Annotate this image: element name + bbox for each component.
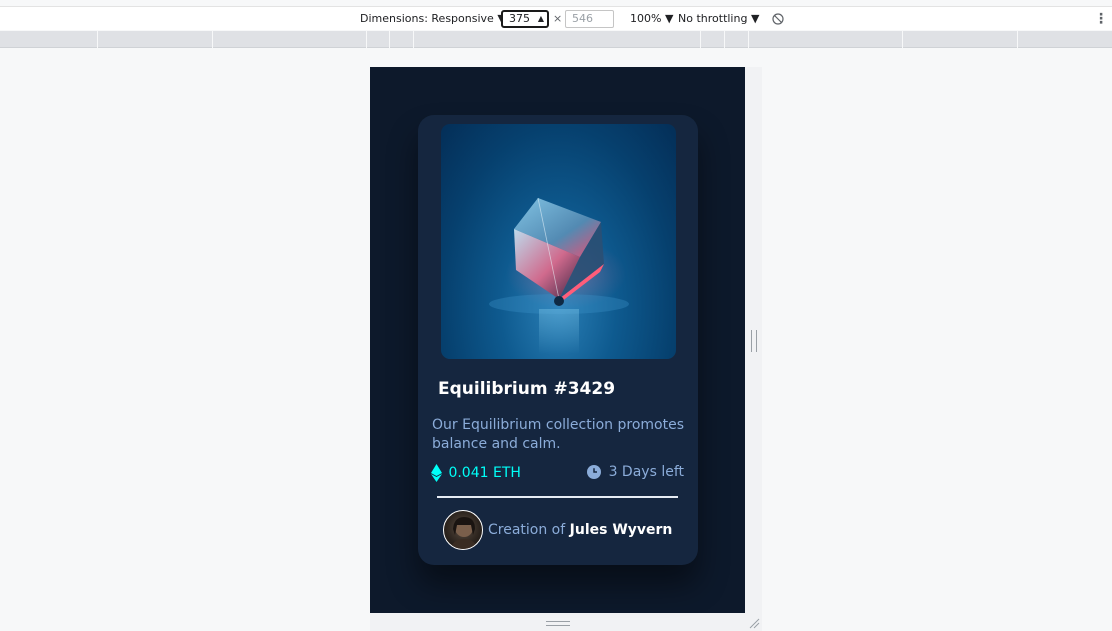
right-resize-handle[interactable] (751, 330, 757, 352)
price-value: 0.041 ETH (448, 465, 521, 481)
zoom-value: 100% (630, 12, 662, 25)
media-query-ruler[interactable] (0, 31, 1112, 48)
dimensions-dropdown[interactable]: Dimensions: Responsive ▼ (360, 7, 506, 31)
creator-prefix: Creation of (488, 522, 566, 538)
caret-down-icon: ▼ (664, 12, 674, 25)
more-vertical-icon[interactable]: ⋮ (1094, 7, 1108, 31)
price: 0.041 ETH (431, 464, 521, 482)
time-left: 3 Days left (587, 464, 684, 480)
avatar (443, 510, 483, 550)
nft-title[interactable]: Equilibrium #3429 (438, 379, 615, 399)
nft-card: Equilibrium #3429 Our Equilibrium collec… (418, 115, 698, 565)
ethereum-icon (431, 464, 442, 482)
width-value: 375 (509, 12, 530, 25)
dimensions-label: Dimensions: Responsive (360, 12, 494, 25)
devtools-toolbar: Dimensions: Responsive ▼ 375 ▲ × 546 100… (0, 6, 1112, 30)
time-left-value: 3 Days left (608, 464, 684, 480)
corner-resize-handle[interactable] (748, 617, 760, 629)
bottom-resize-handle[interactable] (546, 621, 570, 626)
crystal-cube-image (489, 197, 629, 354)
caret-down-icon: ▼ (750, 12, 760, 25)
throttling-value: No throttling (678, 12, 748, 25)
creator-line: Creation of Jules Wyvern (488, 522, 672, 538)
spin-arrows-icon[interactable]: ▲ (538, 12, 544, 26)
throttling-dropdown[interactable]: No throttling ▼ (678, 7, 759, 31)
divider (437, 496, 678, 498)
creator-name[interactable]: Jules Wyvern (570, 522, 673, 538)
nft-description: Our Equilibrium collection promotes bala… (432, 417, 684, 452)
nft-image[interactable] (441, 124, 676, 359)
zoom-dropdown[interactable]: 100% ▼ (630, 7, 673, 31)
clock-icon (587, 465, 602, 479)
width-input[interactable]: 375 ▲ (501, 10, 549, 28)
rotate-icon[interactable] (771, 7, 785, 31)
height-input[interactable]: 546 (565, 10, 614, 28)
times-sign: × (553, 12, 563, 25)
height-placeholder: 546 (572, 12, 593, 25)
